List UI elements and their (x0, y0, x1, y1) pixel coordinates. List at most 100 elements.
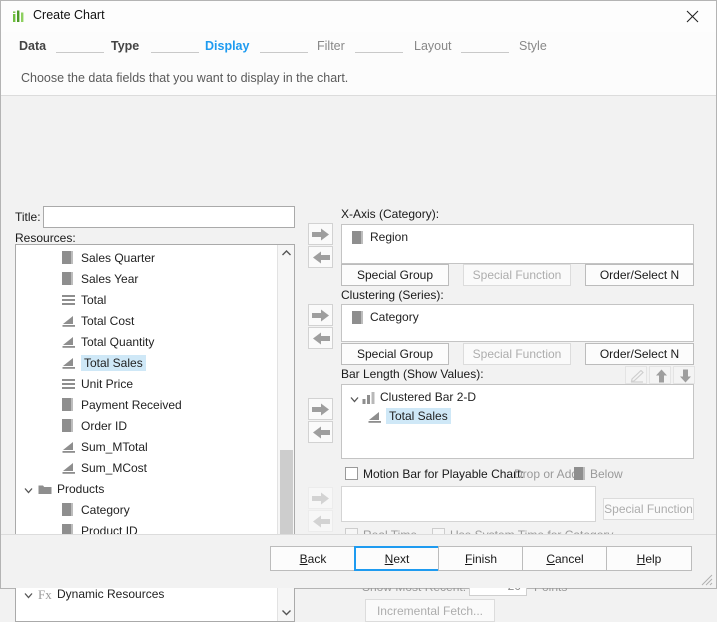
finish-button[interactable]: Finish (438, 546, 524, 571)
aggregate-icon (62, 440, 76, 454)
add-to-bar-length-button[interactable] (308, 398, 333, 420)
tree-item[interactable]: Total (16, 290, 278, 310)
resources-label: Resources: (15, 231, 76, 245)
step-divider (355, 52, 403, 53)
back-rest: ack (308, 552, 327, 566)
clustering-special-group-button[interactable]: Special Group (341, 343, 449, 365)
step-filter[interactable]: Filter (317, 39, 345, 53)
add-to-motion-bar-button (308, 487, 333, 509)
edit-pencil-icon (625, 366, 647, 384)
tree-item-label: Unit Price (81, 377, 133, 391)
chevron-down-icon[interactable] (24, 589, 33, 598)
step-display[interactable]: Display (205, 39, 249, 53)
chevron-down-icon[interactable] (350, 393, 359, 402)
tree-item[interactable]: Sum_MTotal (16, 437, 278, 457)
motion-bar-dropbox[interactable] (341, 486, 596, 522)
tree-item-label: Products (57, 482, 104, 496)
tree-item-label: Sales Quarter (81, 251, 155, 265)
tree-item[interactable]: Unit Price (16, 374, 278, 394)
step-divider (56, 52, 104, 53)
tree-item[interactable]: Total Quantity (16, 332, 278, 352)
tree-item[interactable]: Total Sales (16, 353, 278, 373)
tree-item-label: Sales Year (81, 272, 138, 286)
dimension-icon (62, 251, 73, 264)
xaxis-special-function-button: Special Function (463, 264, 571, 286)
tree-item[interactable]: Category (16, 500, 278, 520)
subtitle-bar: Choose the data fields that you want to … (1, 63, 716, 96)
remove-from-clustering-button[interactable] (308, 327, 333, 349)
tree-item-label: Sum_MTotal (81, 440, 148, 454)
page-subtitle: Choose the data fields that you want to … (21, 71, 348, 85)
incremental-fetch-button: Incremental Fetch... (365, 599, 495, 622)
bar-length-list[interactable]: Clustered Bar 2-D Total Sales (341, 384, 694, 459)
remove-from-bar-length-button[interactable] (308, 421, 333, 443)
clustering-field-label: Category (370, 310, 419, 324)
aggregate-icon (62, 461, 76, 475)
step-type[interactable]: Type (111, 39, 139, 53)
step-layout[interactable]: Layout (414, 39, 452, 53)
tree-item[interactable]: Order ID (16, 416, 278, 436)
motion-bar-checkbox[interactable] (345, 467, 358, 480)
chevron-down-icon[interactable] (24, 484, 33, 493)
clustering-order-select-n-button[interactable]: Order/Select N (585, 343, 694, 365)
tree-item[interactable]: Total Cost (16, 311, 278, 331)
remove-from-xaxis-button[interactable] (308, 246, 333, 268)
title-bar: Create Chart (1, 1, 716, 32)
tree-item-label: Payment Received (81, 398, 182, 412)
dimension-icon (574, 467, 585, 480)
window-title: Create Chart (33, 8, 105, 22)
tree-item[interactable]: Sales Quarter (16, 248, 278, 268)
tree-item[interactable]: Sales Year (16, 269, 278, 289)
back-button[interactable]: Back (270, 546, 356, 571)
step-style[interactable]: Style (519, 39, 547, 53)
dimension-icon (62, 503, 73, 516)
xaxis-special-group-button[interactable]: Special Group (341, 264, 449, 286)
step-divider (461, 52, 509, 53)
tree-item-label: Category (81, 503, 130, 517)
help-button[interactable]: Help (606, 546, 692, 571)
add-to-clustering-button[interactable] (308, 304, 333, 326)
finish-rest: inish (472, 552, 497, 566)
motion-bar-special-function-button: Special Function (603, 498, 694, 520)
step-data[interactable]: Data (19, 39, 46, 53)
resize-grip-icon[interactable] (701, 574, 713, 586)
clustering-field[interactable]: Category (348, 308, 688, 326)
motion-bar-hint: Drop or Add (514, 467, 578, 481)
step-divider (151, 52, 199, 53)
wizard-steps: Data Type Display Filter Layout Style (1, 32, 716, 63)
close-icon[interactable] (670, 1, 716, 32)
bar-length-measure-item[interactable]: Total Sales (364, 407, 684, 425)
tree-item[interactable]: Payment Received (16, 395, 278, 415)
tree-item-label: Order ID (81, 419, 127, 433)
tree-item[interactable]: Sum_MCost (16, 458, 278, 478)
title-input[interactable] (43, 206, 295, 228)
bar-length-group-item[interactable]: Clustered Bar 2-D (346, 388, 686, 406)
clustering-special-function-button: Special Function (463, 343, 571, 365)
next-button[interactable]: Next (354, 546, 440, 571)
arrow-down-icon[interactable] (673, 366, 695, 384)
xaxis-dropbox[interactable]: Region (341, 224, 694, 264)
cancel-mnemonic: C (546, 552, 555, 566)
next-rest: ext (393, 552, 409, 566)
dimension-icon (352, 311, 363, 324)
scroll-down-icon[interactable] (278, 604, 295, 621)
add-to-xaxis-button[interactable] (308, 223, 333, 245)
folder-icon (38, 482, 52, 496)
tree-item-label: Total (81, 293, 106, 307)
arrow-up-icon[interactable] (649, 366, 671, 384)
tree-item-label: Total Sales (81, 355, 146, 371)
aggregate-icon (62, 335, 76, 349)
tree-item-label: Dynamic Resources (57, 587, 164, 601)
bar-length-group-label: Clustered Bar 2-D (380, 390, 476, 404)
clustering-dropbox[interactable]: Category (341, 304, 694, 342)
dimension-icon (62, 272, 73, 285)
create-chart-dialog: Create Chart Data Type Display Filter La… (0, 0, 717, 589)
cancel-button[interactable]: Cancel (522, 546, 608, 571)
xaxis-label: X-Axis (Category): (341, 207, 439, 221)
xaxis-order-select-n-button[interactable]: Order/Select N (585, 264, 694, 286)
fx-icon: Fx (38, 587, 52, 601)
tree-item[interactable]: Products (16, 479, 278, 499)
dimension-icon (62, 398, 73, 411)
xaxis-field[interactable]: Region (348, 228, 688, 246)
scroll-up-icon[interactable] (278, 245, 295, 262)
